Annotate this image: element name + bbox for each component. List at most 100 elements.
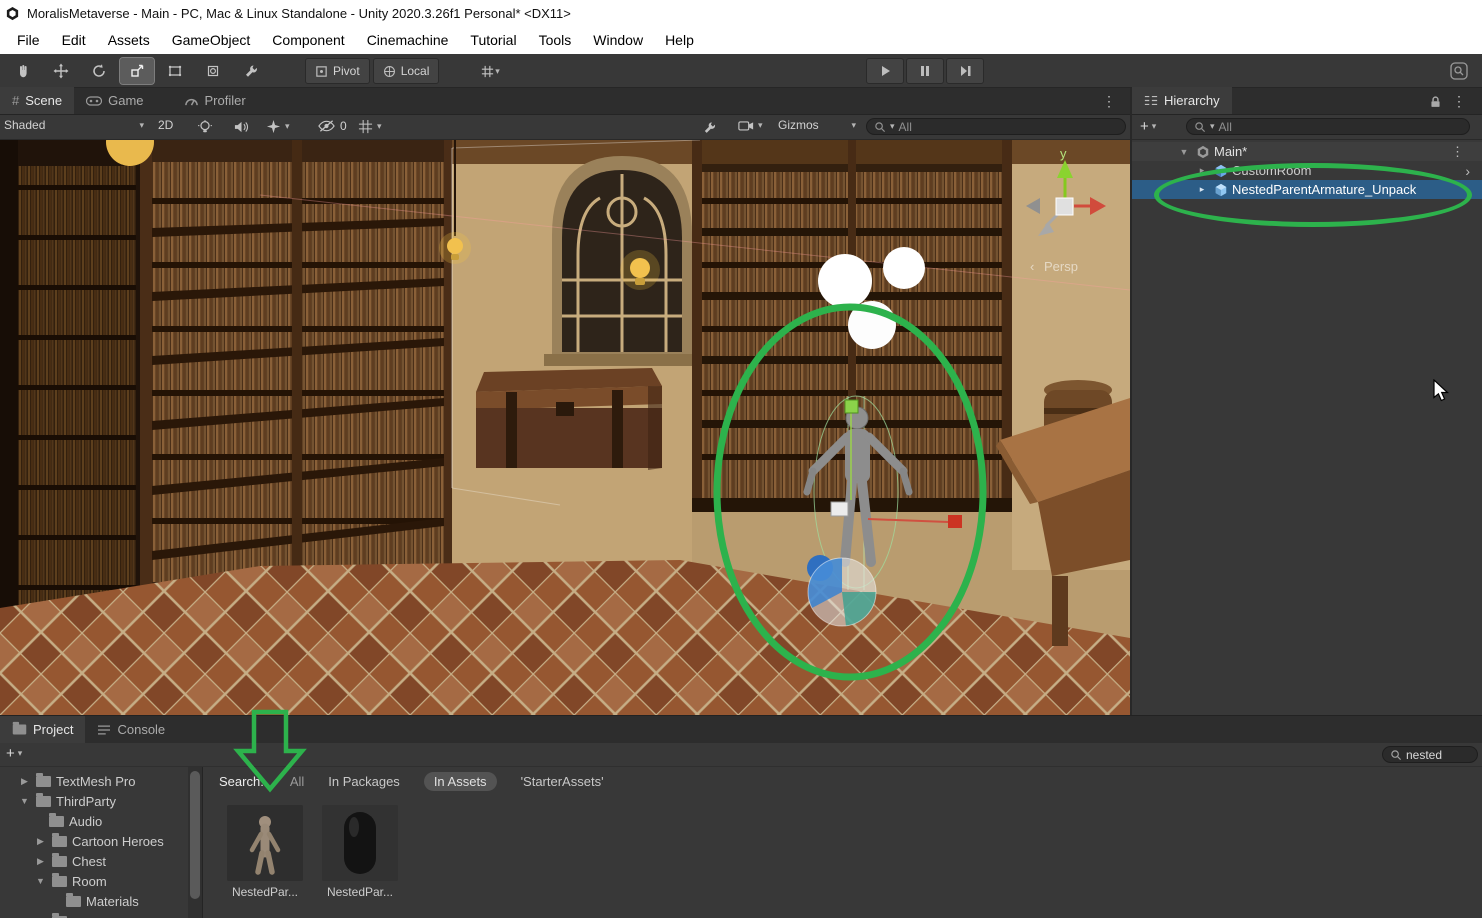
hierarchy-row-main[interactable]: ▼ Main* ⋮ (1132, 142, 1482, 161)
editor-tools-icon[interactable] (702, 120, 717, 135)
menu-assets[interactable]: Assets (97, 26, 161, 54)
foldout-closed-icon[interactable]: ▸ (1194, 165, 1210, 176)
move-tool-button[interactable] (44, 58, 78, 84)
project-tab-label: Project (33, 722, 74, 737)
filter-in-packages[interactable]: In Packages (328, 774, 400, 789)
project-add-button[interactable]: + ▾ (6, 745, 22, 762)
tree-item-cartoonheroes[interactable]: ▶ Cartoon Heroes (0, 831, 188, 851)
tab-hierarchy[interactable]: Hierarchy (1132, 87, 1232, 114)
tab-scene[interactable]: # Scene (0, 87, 75, 114)
hierarchy-row-nestedparentarmature[interactable]: ▸ NestedParentArmature_Unpack (1132, 180, 1482, 199)
stone-wall-and-window (452, 140, 700, 580)
gizmo-projection-label[interactable]: Persp (1044, 259, 1078, 274)
chevron-down-icon: ▾ (758, 120, 763, 130)
tab-game[interactable]: Game (74, 87, 155, 114)
custom-tool-button[interactable] (234, 58, 268, 84)
scene-search-field[interactable]: ▾ All (866, 118, 1126, 135)
search-filter-row: Search: All In Packages In Assets 'Start… (219, 772, 604, 791)
pivot-toggle-button[interactable]: Pivot (305, 58, 370, 84)
scene-dock-menu-icon[interactable]: ⋮ (1102, 93, 1116, 110)
scene-viewport[interactable]: y ‹ Persp (0, 140, 1130, 715)
menu-edit[interactable]: Edit (51, 26, 97, 54)
menu-window[interactable]: Window (582, 26, 654, 54)
scene-audio-icon[interactable] (234, 120, 249, 134)
x-axis-handle[interactable] (948, 515, 962, 528)
tab-console[interactable]: Console (85, 716, 177, 743)
search-icon (875, 121, 886, 132)
scene-effects-dropdown[interactable]: ▾ (266, 119, 290, 134)
menu-component[interactable]: Component (261, 26, 355, 54)
menu-gameobject[interactable]: GameObject (161, 26, 262, 54)
foldout-open-icon[interactable]: ▼ (18, 796, 31, 806)
menu-cinemachine[interactable]: Cinemachine (356, 26, 460, 54)
local-space-icon (383, 65, 395, 77)
grid-snap-button[interactable]: ▾ (470, 58, 510, 84)
tree-item-materials[interactable]: Materials (0, 891, 188, 911)
tree-item-textmeshpro[interactable]: ▶ TextMesh Pro (0, 771, 188, 791)
chevron-right-icon[interactable]: › (1465, 163, 1470, 179)
project-search-field[interactable]: nested (1382, 746, 1478, 763)
hierarchy-add-button[interactable]: + ▾ (1140, 118, 1156, 135)
lock-icon[interactable] (1429, 95, 1442, 109)
tab-project[interactable]: Project (0, 716, 86, 743)
search-icon (1195, 121, 1206, 132)
pivot-label: Pivot (333, 64, 360, 78)
quick-search-icon[interactable] (1442, 58, 1476, 84)
folder-icon (36, 772, 51, 787)
foldout-closed-icon[interactable]: ▸ (1194, 184, 1210, 195)
prefab-cube-icon (1215, 183, 1227, 196)
foldout-closed-icon[interactable]: ▶ (18, 776, 31, 787)
row-menu-icon[interactable]: ⋮ (1451, 144, 1464, 160)
folder-label: TextMesh Pro (56, 773, 136, 789)
hierarchy-row-customroom[interactable]: ▸ CustomRoom › (1132, 161, 1482, 180)
transform-tool-button[interactable] (196, 58, 230, 84)
menu-tutorial[interactable]: Tutorial (459, 26, 527, 54)
unity-logo-icon (6, 6, 19, 20)
foldout-closed-icon[interactable]: ▶ (34, 856, 47, 867)
menu-help[interactable]: Help (654, 26, 705, 54)
hand-tool-button[interactable] (6, 58, 40, 84)
pause-button[interactable] (906, 58, 944, 84)
tree-item-room[interactable]: ▼ Room (0, 871, 188, 891)
scrollbar-thumb[interactable] (190, 771, 200, 899)
tree-scrollbar[interactable]: ▲ (188, 767, 202, 918)
foldout-open-icon[interactable]: ▼ (1176, 147, 1192, 157)
asset-thumbnail (322, 805, 398, 881)
menu-file[interactable]: File (6, 26, 51, 54)
step-button[interactable] (946, 58, 984, 84)
filter-in-assets[interactable]: In Assets (423, 772, 497, 791)
scene-name-label: Main* (1214, 144, 1248, 159)
center-handle[interactable] (830, 501, 849, 517)
scene-grid-dropdown[interactable]: ▾ (358, 119, 382, 134)
local-toggle-button[interactable]: Local (372, 58, 440, 84)
2d-toggle-button[interactable]: 2D (158, 118, 173, 132)
playmode-controls (866, 58, 984, 84)
folder-label: ThirdParty (56, 793, 116, 809)
asset-item-capsule[interactable]: NestedPar... (322, 805, 398, 899)
tree-item-audio[interactable]: Audio (0, 811, 188, 831)
foldout-open-icon[interactable]: ▼ (34, 876, 47, 886)
scene-lighting-icon[interactable] (198, 120, 212, 135)
hierarchy-menu-icon[interactable]: ⋮ (1452, 93, 1466, 110)
tree-item-chest[interactable]: ▶ Chest (0, 851, 188, 871)
asset-item-character[interactable]: NestedPar... (227, 805, 303, 899)
menu-tools[interactable]: Tools (528, 26, 583, 54)
hierarchy-search-field[interactable]: ▾ All (1186, 118, 1470, 135)
scene-visibility-toggle[interactable]: 0 (318, 119, 347, 133)
tree-item-thirdparty[interactable]: ▼ ThirdParty (0, 791, 188, 811)
gizmos-dropdown[interactable]: Gizmos ▾ (778, 118, 856, 132)
hierarchy-tabstrip: Hierarchy ⋮ (1132, 87, 1482, 115)
shading-mode-dropdown[interactable]: Shaded ▾ (4, 118, 144, 132)
play-button[interactable] (866, 58, 904, 84)
rect-tool-button[interactable] (158, 58, 192, 84)
scene-camera-dropdown[interactable]: ▾ (738, 119, 763, 132)
rotate-tool-button[interactable] (82, 58, 116, 84)
hidden-eye-icon (318, 120, 335, 132)
y-axis-handle[interactable] (844, 399, 859, 414)
scale-tool-button[interactable] (119, 57, 155, 85)
grid-icon (358, 119, 373, 134)
filter-all[interactable]: All (290, 774, 304, 789)
tree-item-partial[interactable]: ▶ (0, 911, 188, 918)
tab-profiler[interactable]: Profiler (172, 87, 258, 114)
foldout-closed-icon[interactable]: ▶ (34, 836, 47, 847)
